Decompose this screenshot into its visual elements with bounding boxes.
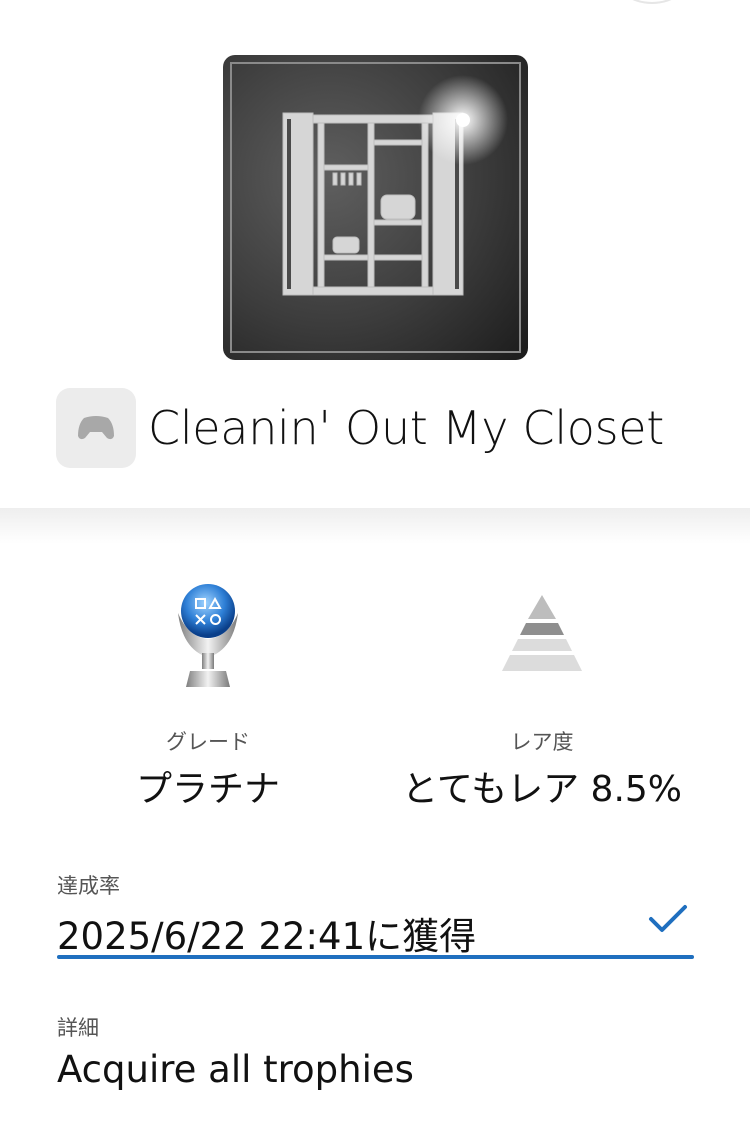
gamepad-icon (78, 416, 114, 440)
trophy-image (223, 55, 528, 360)
platinum-trophy-icon (178, 584, 238, 687)
details-label: 詳細 (57, 1016, 99, 1040)
achievement-label: 達成率 (57, 874, 120, 898)
pyramid-icon (502, 595, 582, 671)
rarity-label: レア度 (510, 730, 574, 754)
achievement-field: 達成率 2025/6/22 22:41に獲得 (57, 870, 694, 960)
grade-value: プラチナ (135, 769, 280, 810)
top-partial-button[interactable] (612, 0, 692, 4)
grade-stat: グレード プラチナ (58, 576, 358, 812)
rarity-stat: レア度 とてもレア 8.5% (392, 576, 692, 812)
earned-date: 2025/6/22 22:41に獲得 (57, 915, 477, 958)
checkmark-icon (649, 905, 687, 932)
details-text: Acquire all trophies (57, 1048, 414, 1091)
rarity-value: とてもレア 8.5% (401, 769, 683, 810)
trophy-title: Cleanin' Out My Closet (148, 401, 665, 455)
earned-underline (57, 955, 694, 959)
details-field: 詳細 Acquire all trophies (57, 1012, 694, 1091)
game-info-row[interactable]: Cleanin' Out My Closet (56, 388, 664, 468)
section-divider (0, 508, 750, 544)
closet-icon (230, 62, 521, 353)
game-icon-tile[interactable] (56, 388, 136, 468)
grade-label: グレード (166, 730, 250, 754)
